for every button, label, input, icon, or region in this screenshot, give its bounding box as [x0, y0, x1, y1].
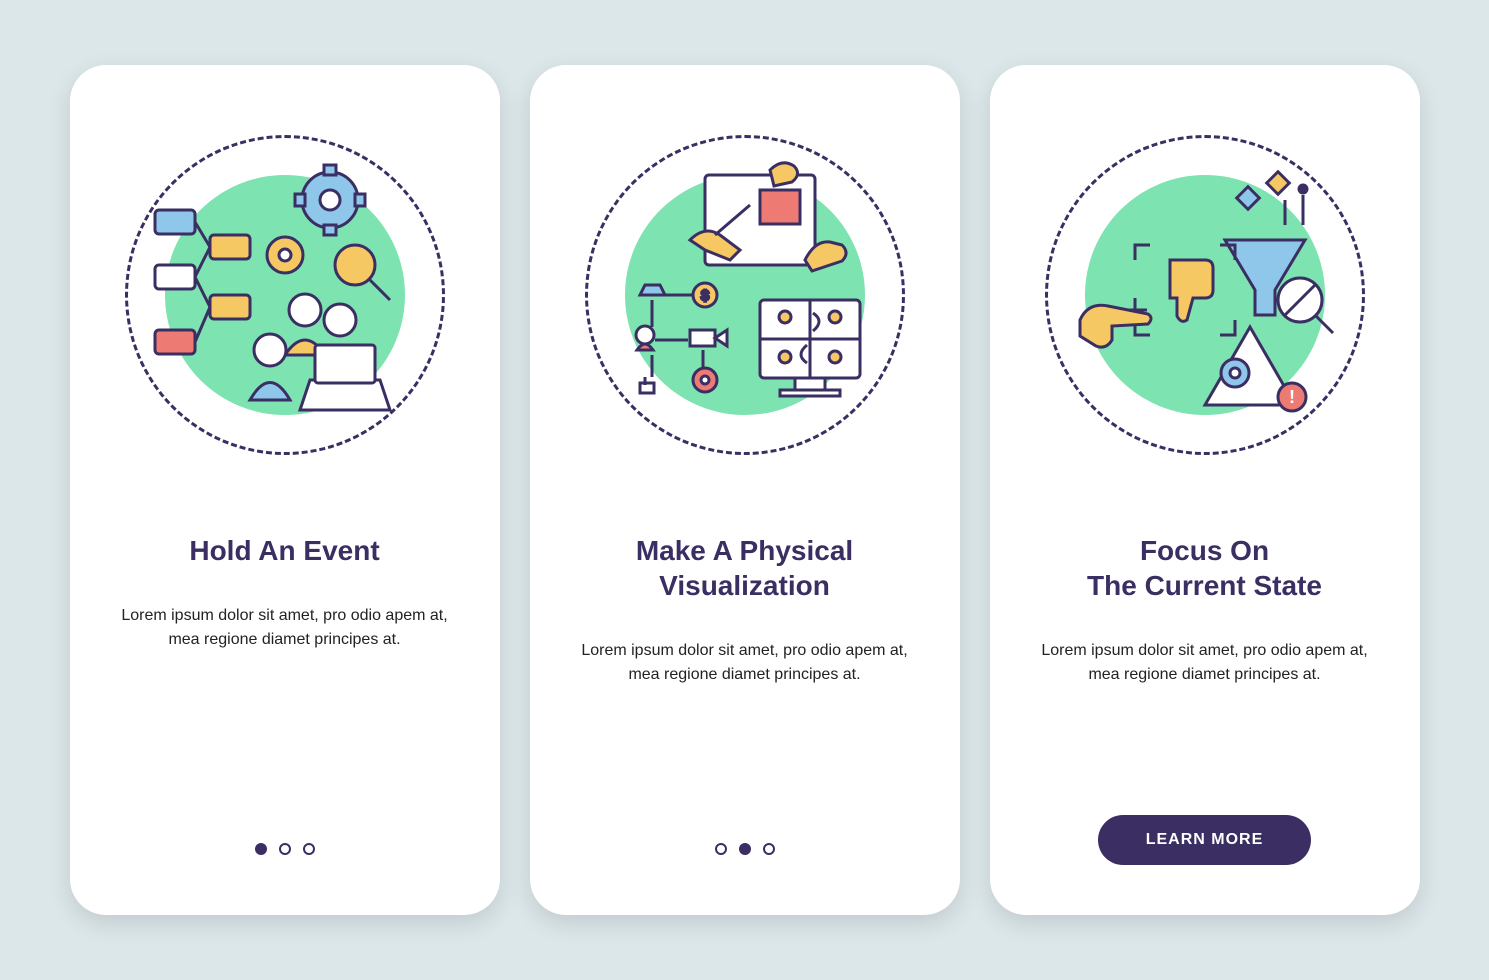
- screen-title: Make A Physical Visualization: [636, 533, 853, 603]
- event-process-icon: [135, 145, 435, 445]
- onboarding-screen-1: Hold An Event Lorem ipsum dolor sit amet…: [70, 65, 500, 915]
- illustration-physical-viz: $: [585, 135, 905, 455]
- physical-visualization-icon: $: [595, 145, 895, 445]
- onboarding-screen-2: $: [530, 65, 960, 915]
- svg-text:!: !: [1289, 387, 1295, 407]
- screen-description: Lorem ipsum dolor sit amet, pro odio ape…: [115, 604, 455, 652]
- screen-title: Hold An Event: [189, 533, 379, 568]
- page-dot-1[interactable]: [715, 843, 727, 855]
- illustration-focus-state: !: [1045, 135, 1365, 455]
- page-indicator: [715, 843, 775, 855]
- screen-description: Lorem ipsum dolor sit amet, pro odio ape…: [1035, 639, 1375, 687]
- screen-title: Focus On The Current State: [1087, 533, 1322, 603]
- learn-more-button[interactable]: LEARN MORE: [1098, 815, 1312, 865]
- page-dot-3[interactable]: [303, 843, 315, 855]
- page-dot-1[interactable]: [255, 843, 267, 855]
- page-dot-2[interactable]: [739, 843, 751, 855]
- onboarding-screen-3: ! Focus On The Current State Lorem ipsum…: [990, 65, 1420, 915]
- focus-state-icon: !: [1055, 145, 1355, 445]
- page-dot-3[interactable]: [763, 843, 775, 855]
- screen-description: Lorem ipsum dolor sit amet, pro odio ape…: [575, 639, 915, 687]
- svg-text:$: $: [701, 287, 709, 303]
- page-dot-2[interactable]: [279, 843, 291, 855]
- illustration-hold-event: [125, 135, 445, 455]
- page-indicator: [255, 843, 315, 855]
